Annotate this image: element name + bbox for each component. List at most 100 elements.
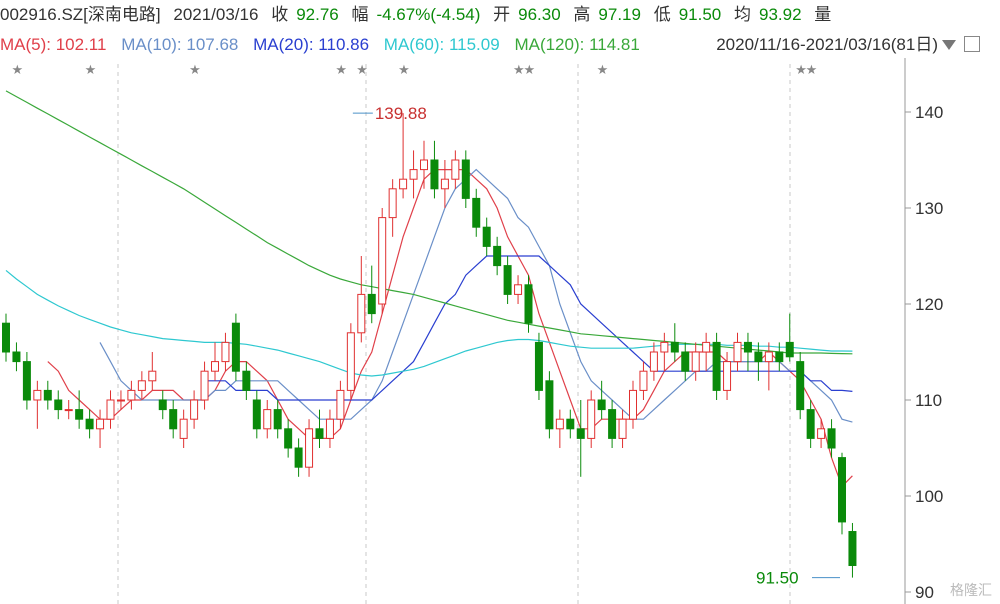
candle-body (691, 351, 700, 372)
candle-body (315, 428, 324, 439)
quote-header: 002916.SZ[深南电路] 2021/03/16 收 92.76 幅 -4.67… (0, 0, 1000, 30)
candle-body (503, 265, 512, 295)
candle-body (514, 284, 523, 295)
candle-body (608, 409, 617, 439)
marker-star-icon: ★ (189, 63, 201, 78)
date-range: 2020/11/16-2021/03/16(81日) (716, 35, 938, 54)
candle-body (22, 361, 31, 401)
candle-body (75, 409, 84, 420)
candle-body (764, 351, 773, 363)
candle-body (127, 389, 136, 401)
candle-body (806, 409, 815, 439)
dropdown-arrow-icon[interactable] (942, 40, 956, 50)
candle-body (346, 332, 355, 391)
candle-body (629, 389, 637, 420)
candle-body (252, 399, 261, 430)
marker-star-icon: ★ (356, 63, 368, 78)
candle-body (409, 169, 418, 180)
marker-star-icon: ★ (11, 63, 23, 78)
candle-body (399, 178, 408, 190)
y-tick-label-120: 120 (915, 295, 943, 314)
avg-label: 均 (733, 5, 751, 24)
candle-body (618, 418, 627, 439)
candle-body (754, 351, 763, 363)
y-tick-label-100: 100 (915, 487, 943, 506)
candle-body (116, 399, 125, 402)
candle-body (566, 418, 575, 430)
settings-box-icon[interactable] (964, 36, 980, 52)
candle-body (827, 428, 836, 449)
candle-body (148, 370, 157, 382)
ma60-legend: MA(60): 115.09 (383, 35, 500, 54)
candle-body (12, 351, 21, 363)
candle-body (493, 245, 502, 267)
candle-body (54, 399, 63, 411)
candle-body (587, 399, 596, 439)
candle-body (775, 351, 784, 363)
candle-body (33, 389, 42, 401)
avg-value: 93.92 (758, 5, 802, 24)
candle-body (597, 399, 606, 411)
change-label: 幅 (351, 5, 369, 24)
candle-body (2, 322, 10, 353)
candle-body (325, 418, 334, 439)
candle-body (817, 428, 826, 439)
candle-body (472, 197, 481, 228)
high-label: 139.88 (375, 104, 427, 123)
candle-body (137, 380, 146, 391)
candle-body (451, 159, 460, 180)
open-label: 开 (493, 5, 511, 24)
ma5-legend: MA(5): 102.11 (0, 35, 107, 54)
ma20-legend: MA(20): 110.86 (253, 35, 370, 54)
candle-body (190, 399, 199, 420)
candle-body (482, 226, 491, 247)
candle-body (367, 293, 376, 315)
candle-body (420, 159, 428, 171)
candle-body (848, 531, 857, 567)
candle-body (723, 361, 732, 391)
kline-chart[interactable]: 90100110120130140★ ★ ★ ★ ★ ★ ★★ ★ ★★139.8891.50 (0, 58, 1000, 604)
open-value: 96.30 (518, 5, 561, 24)
candle-body (649, 351, 658, 372)
low-value: 91.50 (678, 5, 722, 24)
candle-body (200, 370, 209, 401)
candle-body (85, 418, 94, 430)
marker-star-icon: ★ (524, 63, 536, 78)
candle-body (242, 370, 251, 391)
marker-star-icon: ★ (398, 63, 410, 78)
candle-body (106, 399, 115, 420)
candle-body (702, 341, 711, 353)
volume-label: 量 (814, 5, 832, 24)
high-label: 高 (573, 5, 591, 24)
candle-body (524, 284, 533, 324)
candle-body (681, 351, 690, 372)
watermark: 格隆汇 (950, 582, 992, 598)
candle-body (545, 380, 554, 430)
candle-body (263, 409, 272, 430)
candle-body (96, 418, 105, 430)
ma-line-ma5 (47, 169, 853, 488)
y-tick-label-90: 90 (915, 583, 934, 602)
candle-body (211, 361, 219, 372)
marker-star-icon: ★ (806, 63, 818, 78)
y-tick-label-130: 130 (915, 199, 943, 218)
candle-body (294, 447, 303, 468)
candle-body (221, 341, 230, 363)
candle-body (733, 341, 742, 363)
candle-body (838, 457, 846, 523)
candle-body (388, 188, 397, 219)
candle-body (660, 341, 669, 353)
candle-body (785, 341, 794, 358)
candle-body (336, 389, 345, 420)
change-value: -4.67%(-4.54) (376, 5, 481, 24)
low-label: 91.50 (756, 569, 799, 588)
candle-body (461, 159, 470, 199)
candle-body (64, 409, 73, 412)
candle-body (43, 389, 52, 401)
close-label: 收 (271, 5, 289, 24)
candle-body (305, 428, 314, 468)
candle-body (430, 159, 439, 190)
candle-body (284, 428, 293, 449)
candle-body (158, 399, 167, 411)
candle-body (639, 370, 648, 391)
